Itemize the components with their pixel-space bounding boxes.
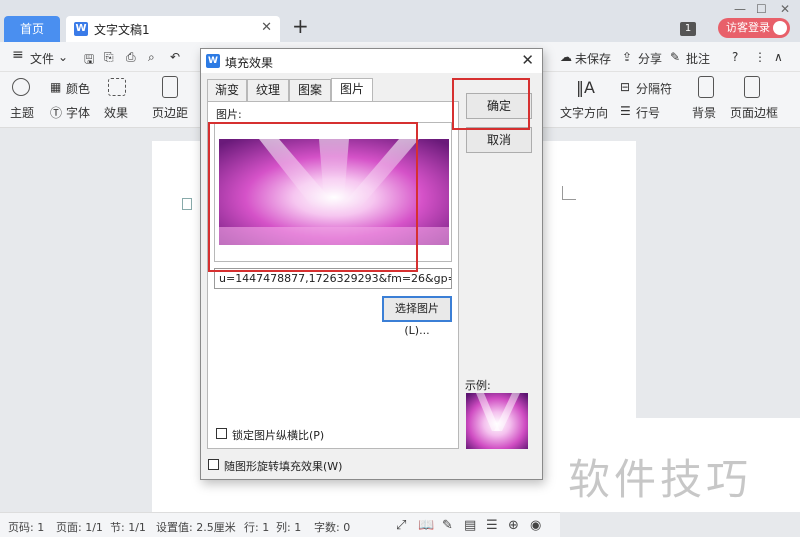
theme-icon: [12, 78, 30, 96]
help-icon[interactable]: ?: [732, 50, 738, 64]
comment-button[interactable]: 批注: [686, 50, 710, 67]
page-border-button[interactable]: 页面边框: [730, 104, 778, 121]
fullscreen-icon[interactable]: ⤢: [396, 518, 406, 533]
text-direction-icon: ‖A: [576, 78, 595, 97]
rotate-fill-label: 随图形旋转填充效果(W): [224, 460, 343, 473]
close-tab-icon[interactable]: ✕: [261, 20, 272, 35]
line-number-icon: ☰: [620, 104, 631, 118]
status-word-count[interactable]: 字数: 0: [314, 519, 350, 535]
status-setting[interactable]: 设置值: 2.5厘米: [156, 519, 236, 535]
preview-icon[interactable]: ⌕: [148, 50, 155, 65]
more-icon[interactable]: ⋮: [754, 50, 766, 64]
line-number-button[interactable]: 行号: [636, 104, 660, 121]
color-button[interactable]: 颜色: [66, 80, 90, 97]
font-button[interactable]: 字体: [66, 104, 90, 121]
status-row: 行: 1: [244, 521, 270, 534]
rotate-fill-checkbox[interactable]: [208, 459, 219, 470]
lock-ratio-checkbox[interactable]: [216, 428, 227, 439]
color-icon: ▦: [50, 80, 62, 94]
document-marker-icon: [182, 198, 192, 210]
separator-icon: ⊟: [620, 80, 631, 94]
unsaved-status[interactable]: 未保存: [575, 50, 611, 67]
visitor-login-label: 访客登录: [726, 21, 770, 34]
web-view-icon[interactable]: ⊕: [508, 518, 519, 533]
margin-button[interactable]: 页边距: [152, 104, 188, 121]
dialog-title: 填充效果: [225, 56, 274, 70]
theme-button[interactable]: 主题: [10, 104, 34, 121]
background-icon: [698, 76, 714, 98]
text-direction-button[interactable]: 文字方向: [560, 104, 608, 121]
page-corner-mark: [562, 186, 576, 200]
share-button[interactable]: 分享: [638, 50, 662, 67]
font-icon: Ⓣ: [50, 106, 63, 120]
status-section: 节: 1/1: [110, 521, 146, 534]
page-view-icon[interactable]: ▤: [464, 518, 476, 533]
choose-picture-button[interactable]: 选择图片(L)...: [382, 296, 452, 337]
status-col: 列: 1: [276, 521, 302, 534]
share-icon: ⇪: [622, 50, 633, 64]
tab-bar: 首页 W 文字文稿1 ✕ + — ☐ ✕ 1 访客登录: [0, 0, 800, 42]
document-tab-label: 文字文稿1: [94, 23, 150, 37]
picture-label: 图片:: [216, 108, 242, 121]
eye-protection-icon[interactable]: ◉: [530, 518, 541, 533]
save-icon[interactable]: 🖫: [84, 50, 94, 71]
annotation-highlight-ok: [452, 78, 530, 130]
effect-icon: [108, 78, 126, 96]
close-window-icon[interactable]: ✕: [780, 2, 790, 16]
status-page[interactable]: 页面: 1/1: [56, 519, 103, 535]
writer-icon: W: [74, 22, 88, 36]
tab-pattern[interactable]: 图案: [289, 79, 331, 101]
dialog-close-icon[interactable]: ✕: [521, 51, 534, 69]
outline-view-icon[interactable]: ☰: [486, 518, 498, 533]
menu-file[interactable]: 文件: [30, 50, 54, 67]
comment-icon: ✎: [670, 50, 681, 64]
minimize-icon[interactable]: —: [734, 2, 746, 16]
cloud-icon: ☁: [560, 50, 572, 64]
annotation-highlight-picture: [208, 122, 418, 272]
tab-gradient[interactable]: 渐变: [207, 79, 247, 101]
maximize-icon[interactable]: ☐: [756, 2, 767, 16]
sample-label: 示例:: [465, 379, 491, 392]
background-button[interactable]: 背景: [692, 104, 716, 121]
watermark-text: 软件技巧: [568, 455, 753, 504]
chevron-down-icon[interactable]: ⌄: [58, 50, 68, 64]
sample-preview: [466, 393, 528, 449]
write-mode-icon[interactable]: ✎: [442, 518, 453, 533]
tab-texture[interactable]: 纹理: [247, 79, 289, 101]
effect-button[interactable]: 效果: [104, 104, 128, 121]
dialog-title-bar: W 填充效果 ✕: [201, 49, 542, 73]
separator-button[interactable]: 分隔符: [636, 80, 672, 97]
new-tab-icon[interactable]: +: [292, 14, 309, 38]
lock-ratio-label: 锁定图片纵横比(P): [232, 429, 325, 442]
tab-document[interactable]: W 文字文稿1 ✕: [66, 16, 280, 42]
undo-icon[interactable]: ↶: [170, 50, 180, 64]
avatar-icon: [773, 21, 787, 35]
export-icon[interactable]: ⎘: [104, 50, 114, 65]
cancel-button[interactable]: 取消: [466, 127, 532, 153]
visitor-login-button[interactable]: 访客登录: [718, 18, 790, 38]
window-count-badge[interactable]: 1: [680, 22, 696, 36]
page-border-icon: [744, 76, 760, 98]
tab-picture[interactable]: 图片: [331, 78, 373, 101]
read-mode-icon[interactable]: 📖: [418, 518, 434, 533]
status-bar: 页码: 1 页面: 1/1 节: 1/1 设置值: 2.5厘米 行: 1 列: …: [0, 512, 560, 537]
print-icon[interactable]: ⎙: [126, 50, 136, 65]
status-page-code[interactable]: 页码: 1: [8, 519, 44, 535]
margin-icon: [162, 76, 178, 98]
tab-home[interactable]: 首页: [4, 16, 60, 42]
collapse-icon[interactable]: ∧: [774, 50, 783, 64]
app-icon: W: [206, 54, 220, 68]
hamburger-icon[interactable]: ≡: [12, 47, 24, 63]
